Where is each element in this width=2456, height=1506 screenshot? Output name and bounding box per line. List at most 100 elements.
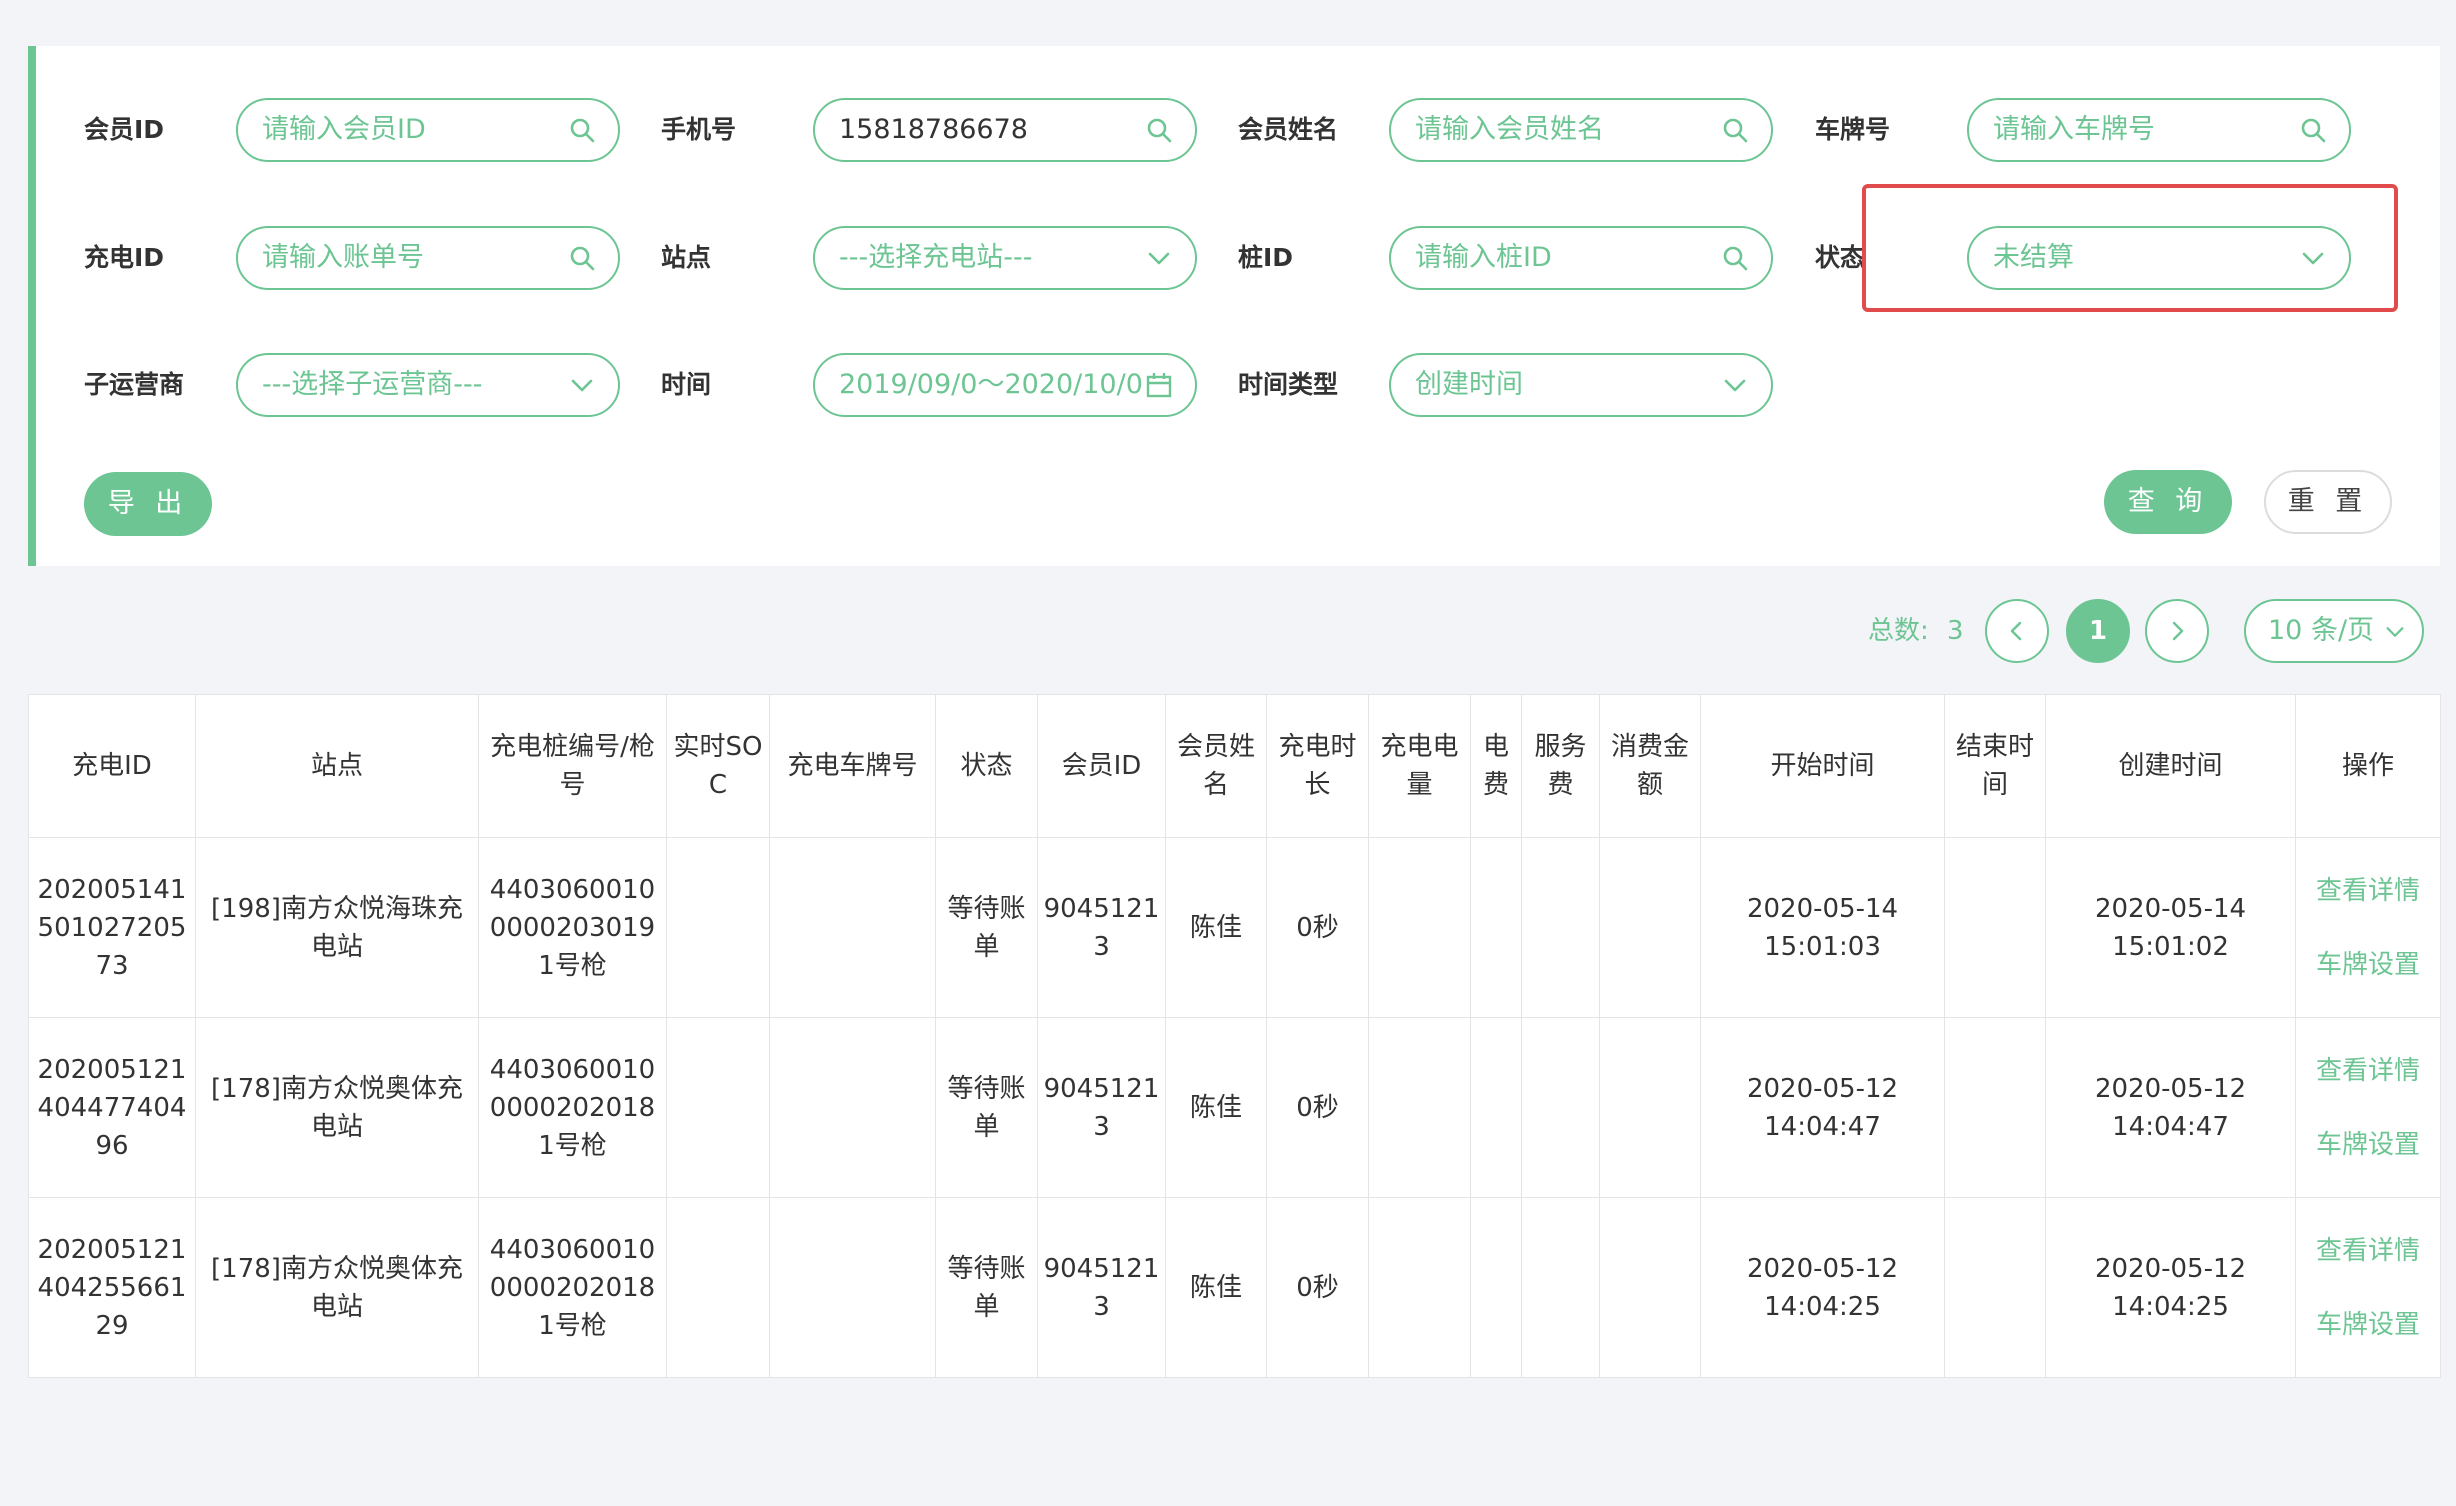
member-id-placeholder: 请输入会员ID (262, 114, 426, 145)
page-size-select[interactable]: 10 条/页 (2244, 599, 2424, 663)
cell-end-time (1944, 837, 2046, 1018)
cell-start-time: 2020-05-12 14:04:47 (1700, 1017, 1945, 1198)
plate-settings-link[interactable]: 车牌设置 (2299, 1306, 2437, 1344)
col-header: 消费金额 (1599, 694, 1701, 838)
cell-pile: 44030600100000202018 1号枪 (478, 1197, 667, 1378)
member-name-label: 会员姓名 (1238, 115, 1339, 144)
cell-energy (1368, 837, 1471, 1018)
chevron-down-icon[interactable] (568, 371, 596, 399)
page-1-button[interactable]: 1 (2066, 599, 2130, 663)
sub-operator-placeholder: ---选择子运营商--- (262, 369, 483, 400)
prev-page-button[interactable] (1985, 599, 2049, 663)
pile-number: 44030600100000202018 (489, 1054, 656, 1123)
query-button[interactable]: 查 询 (2104, 470, 2232, 534)
cell-elec-fee (1470, 1197, 1522, 1378)
cell-member-id: 90451213 (1037, 1197, 1166, 1378)
cell-end-time (1944, 1197, 2046, 1378)
cell-duration: 0秒 (1266, 1197, 1369, 1378)
time-range-input[interactable]: 2019/09/0～2020/10/0 (813, 353, 1197, 417)
chevron-down-icon[interactable] (1721, 371, 1749, 399)
start-date: 2020-05-14 (1746, 893, 1899, 924)
search-icon[interactable] (1721, 116, 1749, 144)
view-detail-link[interactable]: 查看详情 (2299, 1232, 2437, 1270)
col-header: 充电ID (28, 694, 196, 838)
create-clock: 14:04:47 (2112, 1111, 2229, 1142)
pile-number: 44030600100000203019 (489, 874, 656, 943)
cell-status: 等待账单 (935, 1197, 1038, 1378)
search-icon[interactable] (568, 116, 596, 144)
start-clock: 14:04:47 (1764, 1111, 1881, 1142)
cell-actions: 查看详情 车牌设置 (2295, 837, 2441, 1018)
cell-status: 等待账单 (935, 837, 1038, 1018)
col-header: 电费 (1470, 694, 1522, 838)
plate-placeholder: 请输入车牌号 (1993, 114, 2155, 145)
member-id-input[interactable]: 请输入会员ID (236, 98, 620, 162)
plate-settings-link[interactable]: 车牌设置 (2299, 946, 2437, 984)
cell-amount (1599, 1197, 1701, 1378)
gun-number: 1号枪 (538, 1310, 607, 1341)
charge-id-input[interactable]: 请输入账单号 (236, 226, 620, 290)
member-id-label: 会员ID (84, 115, 165, 144)
col-header: 开始时间 (1700, 694, 1945, 838)
cell-status: 等待账单 (935, 1017, 1038, 1198)
station-label: 站点 (661, 243, 712, 272)
col-header: 状态 (935, 694, 1038, 838)
calendar-icon[interactable] (1145, 371, 1173, 399)
search-icon[interactable] (1721, 244, 1749, 272)
table-row: 20200514150102720573 [198]南方众悦海珠充电站 4403… (28, 837, 2441, 1018)
station-placeholder: ---选择充电站--- (839, 242, 1033, 273)
next-page-button[interactable] (2145, 599, 2209, 663)
cell-create-time: 2020-05-14 15:01:02 (2045, 837, 2296, 1018)
reset-button[interactable]: 重 置 (2264, 470, 2392, 534)
chevron-left-icon (2010, 621, 2022, 641)
cell-member-name: 陈佳 (1165, 837, 1267, 1018)
col-header: 充电桩编号/枪号 (478, 694, 667, 838)
search-icon[interactable] (2299, 116, 2327, 144)
create-date: 2020-05-12 (2094, 1253, 2247, 1284)
col-header: 结束时间 (1944, 694, 2046, 838)
page-size-value: 10 条/页 (2268, 615, 2375, 646)
export-button[interactable]: 导 出 (84, 472, 212, 536)
view-detail-link[interactable]: 查看详情 (2299, 872, 2437, 910)
cell-station: [198]南方众悦海珠充电站 (195, 837, 479, 1018)
cell-start-time: 2020-05-12 14:04:25 (1700, 1197, 1945, 1378)
station-select[interactable]: ---选择充电站--- (813, 226, 1197, 290)
view-detail-link[interactable]: 查看详情 (2299, 1052, 2437, 1090)
plate-input[interactable]: 请输入车牌号 (1967, 98, 2351, 162)
status-label: 状态 (1815, 243, 1866, 272)
cell-soc (666, 1017, 770, 1198)
create-clock: 15:01:02 (2112, 931, 2229, 962)
charge-id-label: 充电ID (84, 243, 165, 272)
cell-duration: 0秒 (1266, 837, 1369, 1018)
pagination-total: 总数: 3 (1868, 606, 1964, 656)
cell-member-name: 陈佳 (1165, 1017, 1267, 1198)
create-date: 2020-05-12 (2094, 1073, 2247, 1104)
col-header: 充电电量 (1368, 694, 1471, 838)
cell-service-fee (1521, 1197, 1600, 1378)
phone-label: 手机号 (661, 115, 737, 144)
cell-actions: 查看详情 车牌设置 (2295, 1017, 2441, 1198)
member-name-input[interactable]: 请输入会员姓名 (1389, 98, 1773, 162)
charge-id-placeholder: 请输入账单号 (262, 242, 424, 273)
create-date: 2020-05-14 (2094, 893, 2247, 924)
chevron-down-icon[interactable] (1145, 244, 1173, 272)
sub-operator-label: 子运营商 (84, 370, 185, 399)
phone-input[interactable]: 15818786678 (813, 98, 1197, 162)
sub-operator-select[interactable]: ---选择子运营商--- (236, 353, 620, 417)
time-type-select[interactable]: 创建时间 (1389, 353, 1773, 417)
search-icon[interactable] (1145, 116, 1173, 144)
cell-amount (1599, 837, 1701, 1018)
time-type-label: 时间类型 (1238, 370, 1339, 399)
cell-plate (769, 837, 936, 1018)
total-label: 总数: (1868, 616, 1929, 646)
status-highlight-box (1862, 184, 2398, 312)
plate-settings-link[interactable]: 车牌设置 (2299, 1126, 2437, 1164)
search-icon[interactable] (568, 244, 596, 272)
cell-start-time: 2020-05-14 15:01:03 (1700, 837, 1945, 1018)
pile-id-input[interactable]: 请输入桩ID (1389, 226, 1773, 290)
cell-charge-id: 20200512140447740496 (28, 1017, 196, 1198)
time-label: 时间 (661, 370, 712, 399)
col-header: 操作 (2295, 694, 2441, 838)
plate-label: 车牌号 (1815, 115, 1891, 144)
start-clock: 15:01:03 (1764, 931, 1881, 962)
